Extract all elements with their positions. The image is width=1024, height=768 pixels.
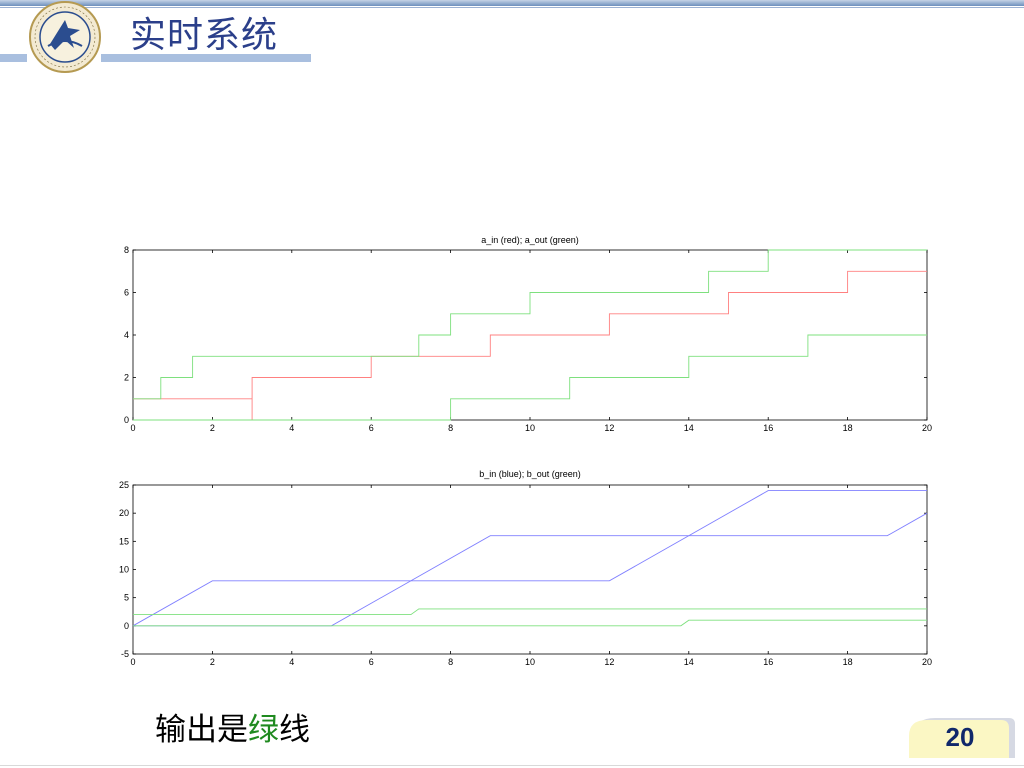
chart-a-ytick-label: 4: [124, 330, 129, 340]
chart-a-xtick-label: 10: [525, 423, 535, 433]
chart-a-xtick-label: 16: [763, 423, 773, 433]
chart-b-title: b_in (blue); b_out (green): [479, 469, 581, 479]
slide-caption: 输出是绿线: [155, 704, 310, 749]
chart-b-xtick-label: 14: [684, 657, 694, 667]
chart-a-xtick-label: 14: [684, 423, 694, 433]
chart-b-ytick-label: 15: [119, 536, 129, 546]
chart-b-xtick-label: 20: [922, 657, 932, 667]
chart-b-ytick-label: -5: [121, 649, 129, 659]
chart-b-ytick-label: 5: [124, 593, 129, 603]
chart-a-xtick-label: 12: [604, 423, 614, 433]
chart-b-xtick-label: 6: [369, 657, 374, 667]
caption-highlight: 绿: [248, 712, 279, 748]
chart-b-xtick-label: 12: [604, 657, 614, 667]
chart-a-ytick-label: 6: [124, 288, 129, 298]
chart-a-ytick-label: 8: [124, 245, 129, 255]
chart-a-xtick-label: 4: [289, 423, 294, 433]
chart-b-xtick-label: 16: [763, 657, 773, 667]
chart-a-xtick-label: 20: [922, 423, 932, 433]
chart-a-xtick-label: 6: [369, 423, 374, 433]
chart-b-ytick-label: 20: [119, 508, 129, 518]
chart-b-xtick-label: 18: [843, 657, 853, 667]
chart-a-ytick-label: 0: [124, 415, 129, 425]
chart-b-ytick-label: 10: [119, 565, 129, 575]
chart-a-ytick-label: 2: [124, 373, 129, 383]
chart-b-ytick-label: 0: [124, 621, 129, 631]
chart-b-xtick-label: 4: [289, 657, 294, 667]
chart-b-xtick-label: 8: [448, 657, 453, 667]
chart-a-xtick-label: 0: [130, 423, 135, 433]
chart-b-xtick-label: 0: [130, 657, 135, 667]
footer-rule: [0, 765, 1024, 766]
chart-b-ytick-label: 25: [119, 480, 129, 490]
chart-a-xtick-label: 2: [210, 423, 215, 433]
page-number: 20: [945, 722, 975, 752]
caption-prefix: 输出是: [155, 712, 248, 748]
chart-b-plot-area: [132, 484, 928, 655]
chart-b: b_in (blue); b_out (green) 0 2 4 6 8 10 12 14 16 1…: [119, 469, 932, 667]
chart-b-xtick-label: 2: [210, 657, 215, 667]
chart-a: a_in (red); a_out (green) 0 2 4 6 8 10 12 14 16 18…: [124, 235, 932, 433]
chart-a-xtick-label: 8: [448, 423, 453, 433]
chart-a-xtick-label: 18: [843, 423, 853, 433]
chart-b-xtick-label: 10: [525, 657, 535, 667]
chart-canvas: a_in (red); a_out (green) 0 2 4 6 8 10 12 14 16 18…: [119, 235, 932, 667]
caption-suffix: 线: [279, 712, 310, 748]
chart-a-title: a_in (red); a_out (green): [481, 235, 579, 245]
